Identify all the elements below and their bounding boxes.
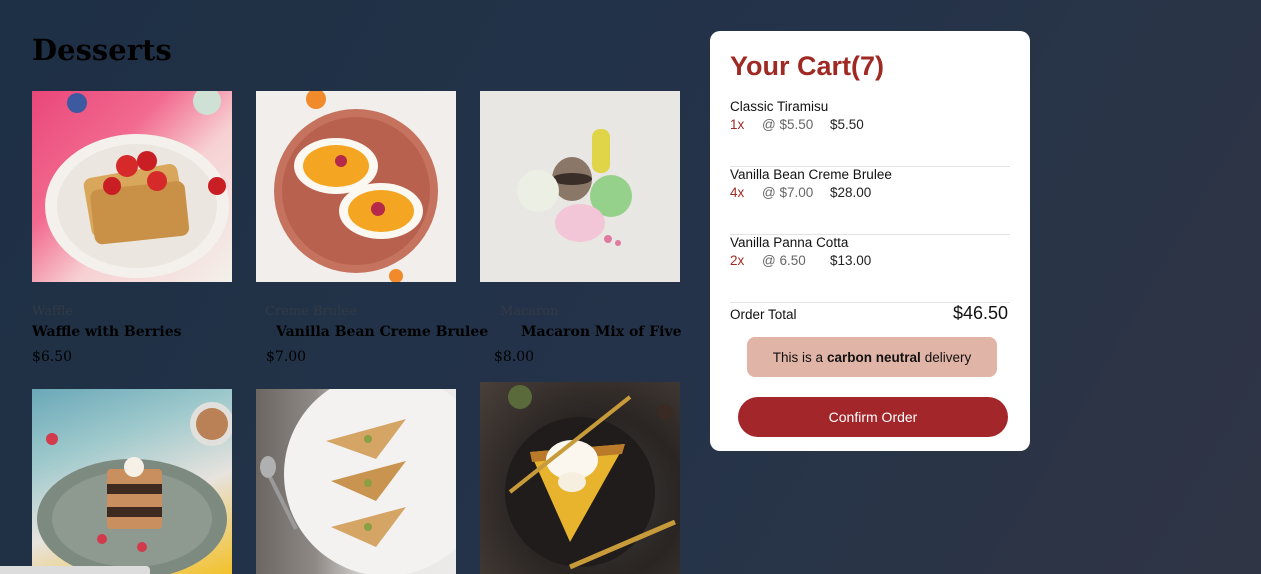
- product-category: Creme Brulee: [265, 304, 357, 319]
- product-card-waffle[interactable]: Waffle Waffle with Berries $6.50: [32, 91, 232, 365]
- cart-item[interactable]: Classic Tiramisu 1x @ $5.50 $5.50: [730, 99, 1010, 167]
- product-card-tiramisu[interactable]: [32, 389, 232, 574]
- browser-status-bar: [0, 566, 150, 574]
- baklava-illustration: [260, 389, 456, 574]
- carbon-notice-bold: carbon neutral: [826, 349, 921, 365]
- product-name: Macaron Mix of Five: [521, 324, 682, 340]
- cart-item-unit-price: @ $7.00: [762, 185, 814, 200]
- carbon-notice-suffix: delivery: [924, 349, 972, 365]
- cart-item-name: Vanilla Bean Creme Brulee: [730, 167, 892, 182]
- pie-photo[interactable]: [480, 382, 680, 574]
- cart-item-total: $13.00: [830, 253, 872, 268]
- product-card-creme-brulee[interactable]: Creme Brulee Vanilla Bean Creme Brulee $…: [256, 91, 488, 365]
- carbon-neutral-notice: This is a carbon neutral delivery: [747, 337, 997, 377]
- cart-item-unit-price: @ $5.50: [762, 117, 814, 132]
- product-card-baklava[interactable]: [256, 389, 456, 574]
- cart-item-quantity: 1x: [730, 117, 745, 132]
- waffle-photo[interactable]: [32, 91, 232, 282]
- product-name: Waffle with Berries: [32, 324, 182, 340]
- page-title: Desserts: [32, 33, 172, 67]
- product-card-macaron[interactable]: Macaron Macaron Mix of Five $8.00: [480, 91, 682, 365]
- confirm-order-button[interactable]: Confirm Order: [738, 397, 1008, 437]
- cart-item-quantity: 2x: [730, 253, 745, 268]
- macaron-illustration: [517, 129, 632, 246]
- cart-item-total: $5.50: [830, 117, 864, 132]
- product-card-pie[interactable]: [480, 382, 680, 574]
- cart-item-name: Classic Tiramisu: [730, 99, 829, 114]
- baklava-photo[interactable]: [256, 389, 456, 574]
- cart-item[interactable]: Vanilla Bean Creme Brulee 4x @ $7.00 $28…: [730, 167, 1010, 235]
- creme-brulee-illustration: [274, 91, 438, 282]
- cart-item-unit-price: @ 6.50: [762, 253, 806, 268]
- cart-item-name: Vanilla Panna Cotta: [730, 235, 849, 250]
- order-total-label: Order Total: [730, 307, 797, 322]
- product-price: $8.00: [494, 349, 535, 365]
- order-total-value: $46.50: [952, 303, 1008, 323]
- creme-brulee-photo[interactable]: [256, 91, 456, 282]
- carbon-notice-prefix: This is a: [772, 349, 823, 365]
- waffle-illustration: [45, 91, 229, 278]
- cart-item[interactable]: Vanilla Panna Cotta 2x @ 6.50 $13.00: [730, 235, 1010, 303]
- product-category: Waffle: [32, 304, 74, 319]
- product-price: $6.50: [32, 349, 73, 365]
- cart-item-quantity: 4x: [730, 185, 745, 200]
- product-price: $7.00: [266, 349, 307, 365]
- tiramisu-photo[interactable]: [32, 389, 232, 574]
- product-name: Vanilla Bean Creme Brulee: [276, 324, 489, 340]
- pie-illustration: [505, 385, 676, 570]
- cart-panel: Your Cart(7) Classic Tiramisu 1x @ $5.50…: [710, 31, 1030, 451]
- cart-title: Your Cart(7): [730, 51, 885, 81]
- tiramisu-illustration: [37, 402, 232, 574]
- product-category: Macaron: [500, 304, 559, 319]
- macaron-photo[interactable]: [480, 91, 680, 282]
- cart-item-total: $28.00: [830, 185, 872, 200]
